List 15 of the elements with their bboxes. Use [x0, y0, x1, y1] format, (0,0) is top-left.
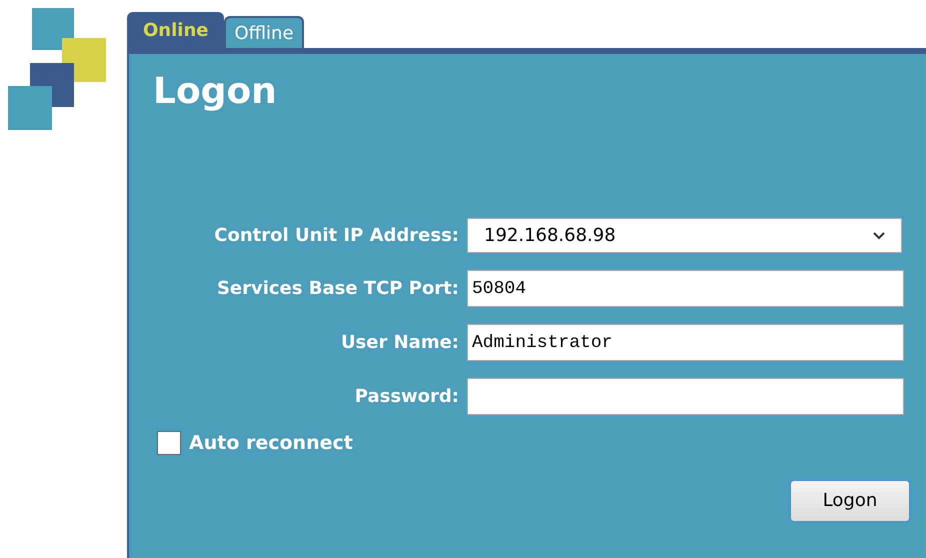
input-field[interactable]: Administrator — [467, 324, 904, 361]
input-field[interactable]: 50804 — [467, 270, 904, 307]
field-label: User Name: — [340, 331, 460, 355]
logo-icon — [8, 8, 106, 132]
panel-title: Logon — [153, 74, 278, 110]
tab[interactable]: Online — [127, 12, 224, 48]
input-field[interactable] — [467, 378, 904, 415]
checkbox[interactable] — [157, 431, 181, 456]
field-label: Control Unit IP Address: — [213, 224, 460, 248]
chevron-down-icon — [873, 232, 885, 240]
field-label: Services Base TCP Port: — [216, 277, 460, 301]
dropdown-field[interactable]: 192.168.68.98 — [467, 218, 902, 253]
checkbox-label: Auto reconnect — [189, 431, 353, 456]
logon-button[interactable]: Logon — [790, 480, 910, 522]
field-label: Password: — [354, 385, 460, 409]
